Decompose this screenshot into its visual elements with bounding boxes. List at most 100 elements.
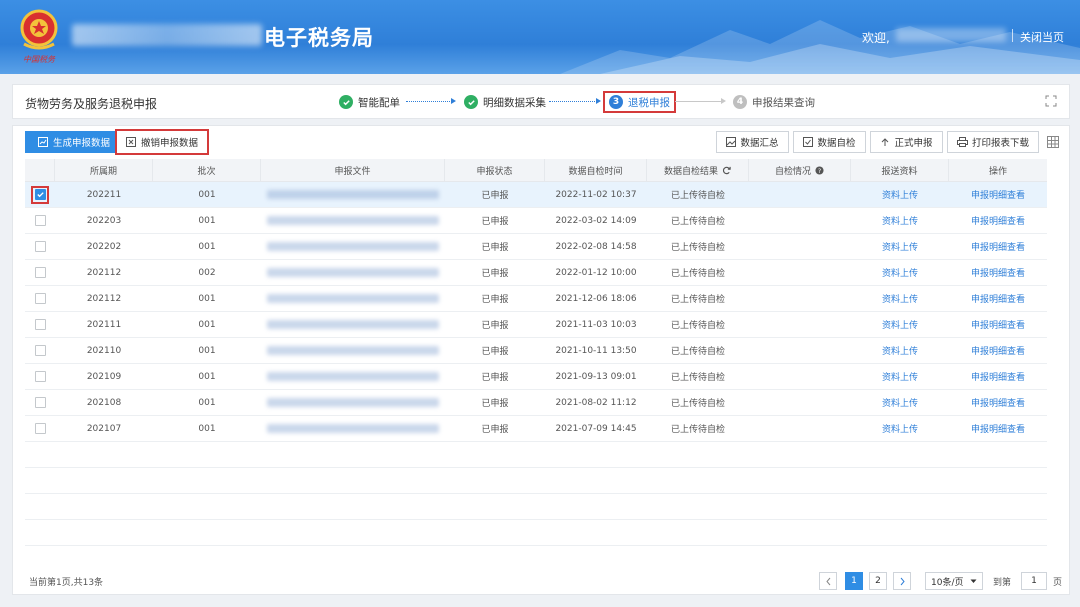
cell-batch: 001 — [198, 371, 216, 382]
revoke-data-button[interactable]: 撤销申报数据 — [115, 129, 209, 155]
upload-materials-link[interactable]: 资料上传 — [851, 208, 949, 233]
step-detail-collect[interactable]: 明细数据采集 — [464, 93, 546, 111]
upload-materials-link[interactable]: 资料上传 — [851, 390, 949, 415]
cell-status: 已申报 — [481, 295, 509, 305]
image-icon — [726, 137, 737, 147]
data-summary-button[interactable]: 数据汇总 — [716, 131, 789, 153]
step-label: 智能配单 — [358, 96, 400, 109]
view-detail-link[interactable]: 申报明细查看 — [949, 364, 1047, 389]
row-checkbox[interactable] — [32, 291, 48, 307]
view-detail-link[interactable]: 申报明细查看 — [949, 416, 1047, 441]
upload-materials-link[interactable]: 资料上传 — [851, 260, 949, 285]
row-checkbox[interactable] — [31, 185, 49, 204]
welcome-text: 欢迎, — [862, 31, 890, 45]
upload-materials-link[interactable]: 资料上传 — [851, 338, 949, 363]
goto-label: 到第 — [993, 578, 1012, 588]
cell-check-result: 已上传待自检 — [670, 399, 725, 409]
table-row[interactable]: 202108 001 已申报 2021-08-02 11:12 已上传待自检 资料上传 申报… — [25, 390, 1047, 416]
page-1-button[interactable]: 1 — [845, 572, 863, 590]
row-checkbox[interactable] — [32, 317, 48, 333]
data-selfcheck-button[interactable]: 数据自检 — [793, 131, 866, 153]
cell-check-time: 2022-01-12 10:00 — [555, 267, 637, 278]
row-checkbox[interactable] — [32, 265, 48, 281]
generate-data-button[interactable]: 生成申报数据 — [25, 131, 123, 153]
view-detail-link[interactable]: 申报明细查看 — [949, 286, 1047, 311]
view-detail-link[interactable]: 申报明细查看 — [949, 390, 1047, 415]
table-row[interactable]: 202112 001 已申报 2021-12-06 18:06 已上传待自检 资料上传 申报… — [25, 286, 1047, 312]
cell-period: 202108 — [86, 397, 122, 408]
page-size-select[interactable]: 10条/页 — [925, 572, 983, 590]
row-checkbox[interactable] — [32, 213, 48, 229]
cell-select — [25, 286, 55, 311]
cell-file — [261, 416, 445, 441]
row-checkbox[interactable] — [32, 421, 48, 437]
cell-check-status — [749, 416, 851, 441]
cell-batch: 001 — [198, 189, 216, 200]
page-title: 货物劳务及服务退税申报 — [25, 97, 158, 111]
chevron-down-icon — [970, 579, 977, 583]
cell-status: 已申报 — [481, 191, 509, 201]
row-checkbox[interactable] — [32, 369, 48, 385]
cell-status: 已申报 — [481, 399, 509, 409]
row-checkbox[interactable] — [32, 395, 48, 411]
cell-period: 202107 — [86, 423, 122, 434]
next-page-button[interactable] — [893, 572, 911, 590]
cell-check-status — [749, 312, 851, 337]
cell-status: 已申报 — [481, 347, 509, 357]
table-row[interactable]: 202112 002 已申报 2022-01-12 10:00 已上传待自检 资料上传 申报… — [25, 260, 1047, 286]
revoke-icon — [125, 137, 136, 147]
cell-period: 202211 — [86, 189, 122, 200]
close-page-link[interactable]: 关闭当页 — [1020, 29, 1064, 45]
table-row[interactable]: 202110 001 已申报 2021-10-11 13:50 已上传待自检 资料上传 申报… — [25, 338, 1047, 364]
page-2-button[interactable]: 2 — [869, 572, 887, 590]
help-icon[interactable]: ? — [815, 165, 824, 175]
step-smart-match[interactable]: 智能配单 — [339, 93, 400, 111]
cell-file — [261, 234, 445, 259]
checkbox-box — [34, 293, 46, 304]
cell-file — [261, 312, 445, 337]
table-row[interactable]: 202202 001 已申报 2022-02-08 14:58 已上传待自检 资料上传 申报… — [25, 234, 1047, 260]
formal-declare-button[interactable]: 正式申报 — [870, 131, 943, 153]
header-check-time: 数据自检时间 — [545, 159, 647, 181]
cell-period: 202112 — [86, 267, 122, 278]
cell-file — [261, 182, 445, 207]
view-detail-link[interactable]: 申报明细查看 — [949, 234, 1047, 259]
view-detail-link[interactable]: 申报明细查看 — [949, 182, 1047, 207]
view-detail-link[interactable]: 申报明细查看 — [949, 260, 1047, 285]
cell-file — [261, 260, 445, 285]
upload-materials-link[interactable]: 资料上传 — [851, 364, 949, 389]
user-name-redacted — [896, 28, 1006, 42]
view-detail-link[interactable]: 申报明细查看 — [949, 208, 1047, 233]
prev-page-button[interactable] — [819, 572, 837, 590]
upload-materials-link[interactable]: 资料上传 — [851, 312, 949, 337]
refresh-icon[interactable] — [722, 166, 731, 175]
cell-batch: 001 — [198, 215, 216, 226]
upload-materials-link[interactable]: 资料上传 — [851, 416, 949, 441]
upload-materials-link[interactable]: 资料上传 — [851, 182, 949, 207]
cell-select — [25, 234, 55, 259]
cell-check-status — [749, 364, 851, 389]
empty-row — [25, 494, 1047, 520]
step-result-query[interactable]: 4 申报结果查询 — [733, 93, 815, 111]
upload-materials-link[interactable]: 资料上传 — [851, 286, 949, 311]
step-number-icon: 3 — [609, 95, 623, 109]
fullscreen-icon[interactable] — [1045, 95, 1057, 107]
view-detail-link[interactable]: 申报明细查看 — [949, 338, 1047, 363]
row-checkbox[interactable] — [32, 343, 48, 359]
table-row[interactable]: 202211 001 已申报 2022-11-02 10:37 已上传待自检 资料上传 申报… — [25, 182, 1047, 208]
top-header: 中国税务 电子税务局 欢迎, 关闭当页 — [0, 0, 1080, 74]
empty-row — [25, 442, 1047, 468]
column-settings-icon[interactable] — [1047, 136, 1059, 148]
row-checkbox[interactable] — [32, 239, 48, 255]
print-download-button[interactable]: 打印报表下载 — [947, 131, 1039, 153]
cell-check-status — [749, 338, 851, 363]
table-row[interactable]: 202111 001 已申报 2021-11-03 10:03 已上传待自检 资料上传 申报… — [25, 312, 1047, 338]
view-detail-link[interactable]: 申报明细查看 — [949, 312, 1047, 337]
upload-materials-link[interactable]: 资料上传 — [851, 234, 949, 259]
cell-select — [25, 338, 55, 363]
table-row[interactable]: 202203 001 已申报 2022-03-02 14:09 已上传待自检 资料上传 申报… — [25, 208, 1047, 234]
table-row[interactable]: 202109 001 已申报 2021-09-13 09:01 已上传待自检 资料上传 申报… — [25, 364, 1047, 390]
step-refund-declare[interactable]: 3 退税申报 — [603, 91, 676, 113]
goto-page-input[interactable]: 1 — [1021, 572, 1047, 590]
table-row[interactable]: 202107 001 已申报 2021-07-09 14:45 已上传待自检 资料上传 申报… — [25, 416, 1047, 442]
